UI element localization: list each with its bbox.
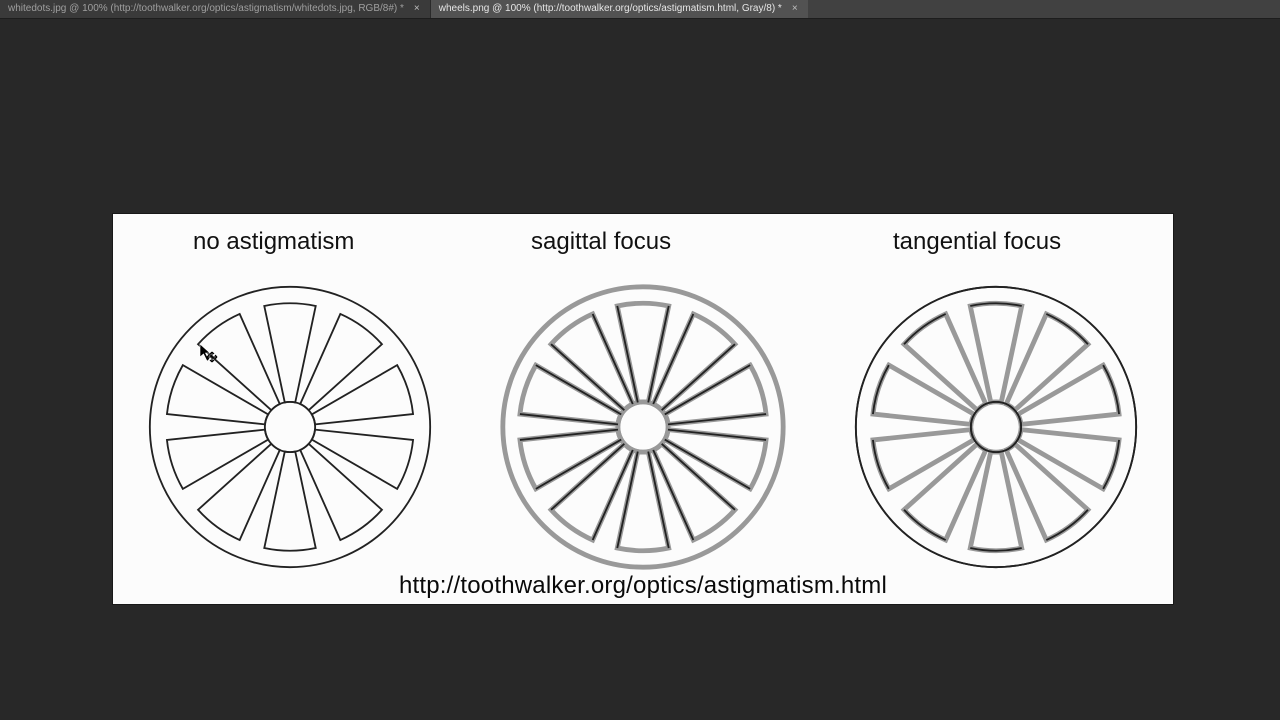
tab-label: whitedots.jpg @ 100% (http://toothwalker… <box>8 0 404 18</box>
tab-whitedots[interactable]: whitedots.jpg @ 100% (http://toothwalker… <box>0 0 431 18</box>
wheel-title-tangential: tangential focus <box>893 228 1061 256</box>
wheel-none <box>145 282 435 572</box>
figure-caption: http://toothwalker.org/optics/astigmatis… <box>113 572 1173 600</box>
tab-label: wheels.png @ 100% (http://toothwalker.or… <box>439 0 782 18</box>
canvas-viewport[interactable]: no astigmatism sagittal focus tangential… <box>0 19 1280 720</box>
wheel-tangential <box>851 282 1141 572</box>
wheel-title-none: no astigmatism <box>193 228 354 256</box>
wheel-title-sagittal: sagittal focus <box>531 228 671 256</box>
close-icon[interactable]: × <box>792 0 798 18</box>
wheel-row <box>113 282 1173 572</box>
wheel-sagittal <box>498 282 788 572</box>
tab-wheels[interactable]: wheels.png @ 100% (http://toothwalker.or… <box>431 0 808 18</box>
open-document[interactable]: no astigmatism sagittal focus tangential… <box>113 214 1173 604</box>
close-icon[interactable]: × <box>414 0 420 18</box>
document-tab-strip: whitedots.jpg @ 100% (http://toothwalker… <box>0 0 1280 19</box>
